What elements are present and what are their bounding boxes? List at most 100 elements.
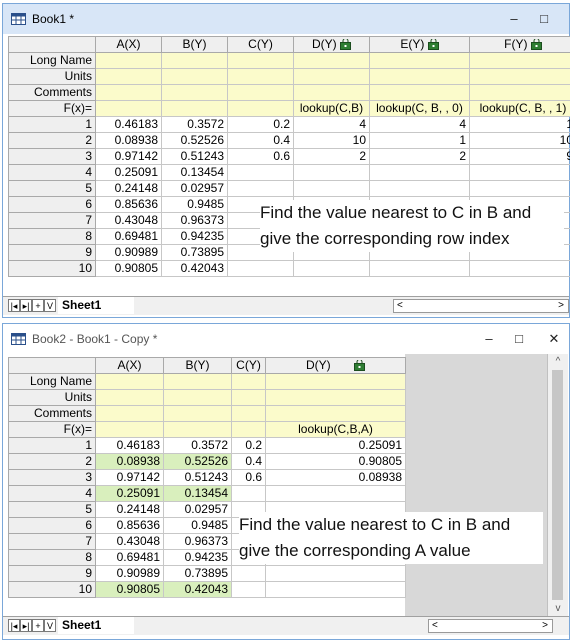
data-cell-d[interactable]: 0.08938 [265, 469, 406, 486]
data-cell-b[interactable]: 0.13454 [161, 164, 228, 181]
meta-cell[interactable] [163, 405, 232, 422]
data-cell-a[interactable]: 0.43048 [95, 212, 162, 229]
data-cell-e[interactable]: 1 [369, 132, 470, 149]
data-cell-b[interactable]: 0.13454 [163, 485, 232, 502]
nav-last-button[interactable]: ▸| [20, 299, 32, 312]
data-cell-d[interactable]: 4 [293, 116, 370, 133]
meta-row-label[interactable]: Long Name [8, 52, 96, 69]
row-number[interactable]: 5 [8, 501, 96, 518]
data-cell-d[interactable] [265, 581, 406, 598]
data-cell-c[interactable] [231, 565, 266, 582]
meta-cell[interactable] [469, 84, 570, 101]
meta-row-label[interactable]: Comments [8, 84, 96, 101]
meta-cell[interactable] [95, 405, 164, 422]
data-cell-e[interactable] [369, 164, 470, 181]
scroll-left-icon[interactable]: < [432, 620, 438, 632]
data-cell-d[interactable] [293, 180, 370, 197]
data-cell-b[interactable]: 0.94235 [163, 549, 232, 566]
row-number[interactable]: 3 [8, 148, 96, 165]
data-cell-b[interactable]: 0.3572 [161, 116, 228, 133]
add-sheet-button[interactable]: + [32, 299, 44, 312]
data-cell-d[interactable]: 0.25091 [265, 437, 406, 454]
data-cell-a[interactable]: 0.90989 [95, 565, 164, 582]
column-header-b[interactable]: B(Y) [161, 36, 228, 53]
meta-cell[interactable] [293, 52, 370, 69]
row-number[interactable]: 9 [8, 244, 96, 261]
column-header-a[interactable]: A(X) [95, 36, 162, 53]
data-cell-b[interactable]: 0.02957 [163, 501, 232, 518]
meta-cell[interactable] [95, 373, 164, 390]
row-number[interactable]: 8 [8, 228, 96, 245]
data-cell-d[interactable]: 2 [293, 148, 370, 165]
data-cell-b[interactable]: 0.52526 [161, 132, 228, 149]
maximize-button[interactable]: □ [533, 10, 555, 28]
row-number[interactable]: 3 [8, 469, 96, 486]
row-number[interactable]: 6 [8, 517, 96, 534]
data-cell-a[interactable]: 0.90805 [95, 260, 162, 277]
formula-cell[interactable] [163, 421, 232, 438]
data-cell-b[interactable]: 0.96373 [163, 533, 232, 550]
meta-cell[interactable] [231, 389, 266, 406]
data-cell-a[interactable]: 0.90805 [95, 581, 164, 598]
data-cell-a[interactable]: 0.46183 [95, 116, 162, 133]
data-cell-a[interactable]: 0.08938 [95, 132, 162, 149]
sheet-tab-sheet1[interactable]: Sheet1 [58, 617, 134, 634]
data-cell-a[interactable]: 0.43048 [95, 533, 164, 550]
data-cell-a[interactable]: 0.25091 [95, 485, 164, 502]
book1-titlebar[interactable]: Book1 * – □ [3, 4, 569, 34]
data-cell-c[interactable]: 0.2 [231, 437, 266, 454]
scroll-right-icon[interactable]: > [542, 620, 548, 632]
formula-cell[interactable] [231, 421, 266, 438]
data-cell-a[interactable]: 0.69481 [95, 549, 164, 566]
data-cell-f[interactable] [469, 180, 570, 197]
data-cell-c[interactable] [227, 164, 294, 181]
row-number[interactable]: 6 [8, 196, 96, 213]
meta-cell[interactable] [469, 68, 570, 85]
select-all-corner[interactable] [8, 36, 96, 53]
formula-cell[interactable] [95, 421, 164, 438]
meta-cell[interactable] [231, 373, 266, 390]
meta-cell[interactable] [95, 389, 164, 406]
meta-cell[interactable] [227, 84, 294, 101]
meta-row-label[interactable]: F(x)= [8, 421, 96, 438]
scrollbar-thumb[interactable] [552, 370, 563, 600]
data-cell-b[interactable]: 0.73895 [161, 244, 228, 261]
data-cell-b[interactable]: 0.51243 [161, 148, 228, 165]
data-cell-d[interactable] [265, 565, 406, 582]
data-cell-f[interactable]: 1 [469, 116, 570, 133]
data-cell-c[interactable] [231, 581, 266, 598]
meta-cell[interactable] [293, 84, 370, 101]
meta-row-label[interactable]: F(x)= [8, 100, 96, 117]
meta-cell[interactable] [95, 84, 162, 101]
column-header-d[interactable]: D(Y) [293, 36, 370, 53]
nav-last-button[interactable]: ▸| [20, 619, 32, 632]
row-number[interactable]: 8 [8, 549, 96, 566]
data-cell-b[interactable]: 0.9485 [161, 196, 228, 213]
meta-cell[interactable] [231, 405, 266, 422]
data-cell-a[interactable]: 0.08938 [95, 453, 164, 470]
data-cell-e[interactable] [369, 260, 470, 277]
data-cell-e[interactable] [369, 180, 470, 197]
meta-cell[interactable] [469, 52, 570, 69]
row-number[interactable]: 1 [8, 437, 96, 454]
data-cell-b[interactable]: 0.96373 [161, 212, 228, 229]
meta-cell[interactable] [369, 52, 470, 69]
meta-cell[interactable] [369, 84, 470, 101]
scroll-right-icon[interactable]: > [558, 300, 564, 312]
column-header-a[interactable]: A(X) [95, 357, 164, 374]
meta-cell[interactable] [163, 373, 232, 390]
data-cell-e[interactable]: 4 [369, 116, 470, 133]
meta-cell[interactable] [95, 52, 162, 69]
data-cell-b[interactable]: 0.9485 [163, 517, 232, 534]
data-cell-a[interactable]: 0.97142 [95, 148, 162, 165]
data-cell-c[interactable] [231, 485, 266, 502]
scroll-down-icon[interactable]: v [548, 603, 568, 614]
book2-window[interactable]: Book2 - Book1 - Copy * – □ ✕ ^ v A(X) B(Y… [2, 323, 570, 640]
data-cell-b[interactable]: 0.73895 [163, 565, 232, 582]
row-number[interactable]: 7 [8, 212, 96, 229]
formula-cell[interactable] [227, 100, 294, 117]
book1-horizontal-scrollbar[interactable]: < > [393, 299, 569, 313]
meta-cell[interactable] [265, 405, 406, 422]
data-cell-b[interactable]: 0.94235 [161, 228, 228, 245]
sheet-list-button[interactable]: V [44, 299, 56, 312]
